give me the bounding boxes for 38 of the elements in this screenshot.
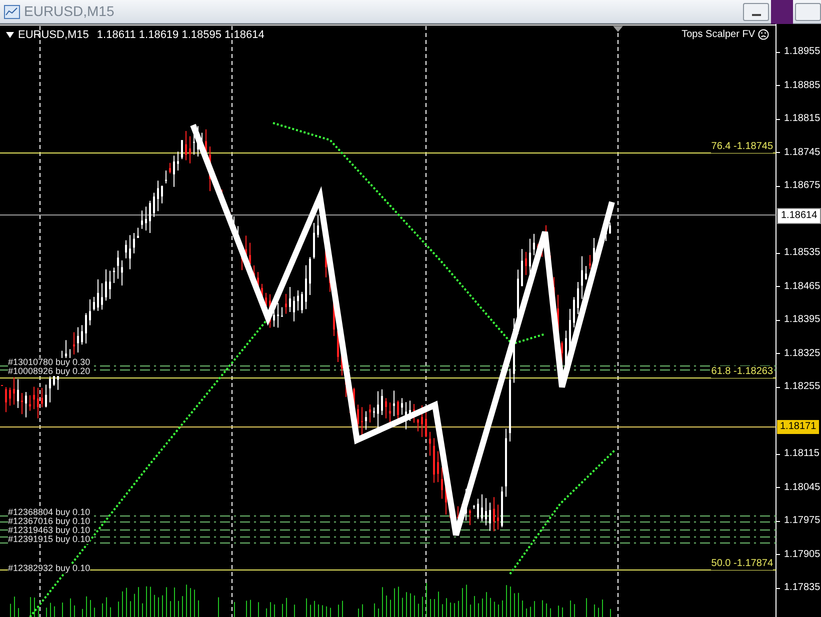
order-label: #12368804 buy 0.10 — [8, 508, 90, 517]
order-label: #12367016 buy 0.10 — [8, 517, 90, 526]
order-label: #12319463 buy 0.10 — [8, 526, 90, 535]
chart-symbol: EURUSD,M15 — [18, 28, 89, 43]
minimize-button[interactable] — [743, 2, 769, 20]
fibonacci-level-label: 61.8 -1.18263 — [711, 366, 773, 378]
current-price-tag: 1.18614 — [777, 208, 821, 224]
price-axis-label: 1.18885 — [784, 78, 820, 92]
price-axis-label: 1.18745 — [784, 146, 820, 160]
chart-window-icon — [4, 4, 20, 18]
price-axis-label: 1.17975 — [784, 514, 820, 528]
order-label: #12382932 buy 0.10 — [8, 564, 90, 573]
price-axis-label: 1.17905 — [784, 548, 820, 562]
price-axis-label: 1.18115 — [784, 447, 820, 461]
order-label: #12391915 buy 0.10 — [8, 535, 90, 544]
price-axis-label: 1.18045 — [784, 480, 820, 494]
price-axis-label: 1.18325 — [784, 346, 820, 360]
fibonacci-level-label: 76.4 -1.18745 — [711, 141, 773, 153]
order-label: #13010780 buy 0.30 — [8, 358, 90, 367]
price-axis-label: 1.18465 — [784, 280, 820, 294]
minimize-icon — [752, 14, 760, 16]
dropdown-triangle-icon[interactable] — [6, 32, 14, 38]
fibonacci-level-label: 50.0 -1.17874 — [711, 558, 773, 570]
indicator-name: Tops Scalper FV — [682, 28, 755, 42]
price-axis-label: 1.18255 — [784, 380, 820, 394]
restore-button[interactable] — [795, 2, 821, 20]
window-title: EURUSD,M15 — [24, 2, 114, 21]
marked-price-tag: 1.18171 — [777, 420, 820, 434]
period-marker-icon — [613, 26, 623, 32]
price-axis-label: 1.18535 — [784, 246, 820, 260]
order-label: #10008926 buy 0.20 — [8, 367, 90, 376]
price-axis-label: 1.18675 — [784, 179, 820, 193]
price-axis-label: 1.17835 — [784, 581, 820, 595]
price-axis-label: 1.18815 — [784, 112, 820, 126]
ohlc-values: 1.18611 1.18619 1.18595 1.18614 — [96, 28, 264, 43]
price-axis-label: 1.18395 — [784, 313, 820, 327]
sad-face-icon — [758, 29, 769, 40]
price-axis-label: 1.18955 — [784, 45, 820, 59]
